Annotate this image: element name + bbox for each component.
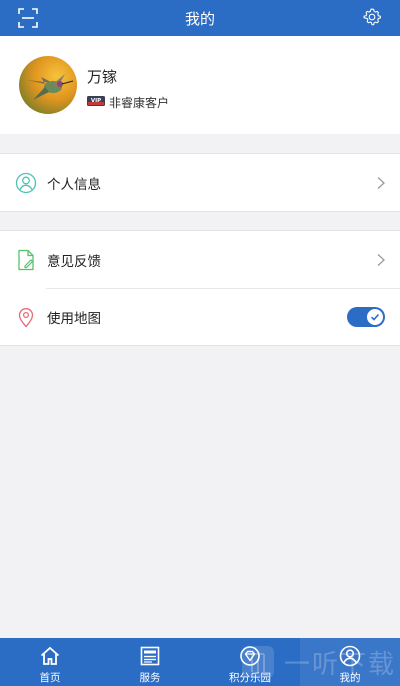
- use-map-toggle[interactable]: [347, 306, 385, 327]
- toggle-knob: [367, 308, 383, 325]
- menu-group-other: 意见反馈 使用地图: [0, 230, 400, 346]
- service-icon: [140, 646, 160, 666]
- page-title: 我的: [184, 10, 215, 28]
- points-icon: [240, 646, 260, 666]
- gear-icon[interactable]: [362, 7, 382, 27]
- bottom-tab-bar: 首页 服务 积分乐园 我的: [0, 638, 400, 686]
- menu-item-use-map: 使用地图: [0, 288, 400, 345]
- scan-icon[interactable]: [18, 8, 38, 28]
- chevron-right-icon: [377, 253, 385, 266]
- profile-icon: [339, 645, 361, 667]
- profile-card[interactable]: 万镓 VIP 非睿康客户: [0, 36, 400, 134]
- avatar[interactable]: [19, 56, 77, 114]
- checkmark-icon: [370, 313, 380, 321]
- menu-item-label: 意见反馈: [47, 253, 101, 269]
- menu-item-label: 使用地图: [47, 310, 101, 326]
- tab-service[interactable]: 服务: [100, 638, 200, 686]
- menu-item-label: 个人信息: [47, 176, 101, 192]
- member-level-text: 非睿康客户: [109, 96, 170, 110]
- menu-item-personal-info[interactable]: 个人信息: [0, 154, 400, 211]
- chevron-right-icon: [377, 176, 385, 189]
- home-icon: [40, 646, 60, 665]
- vip-badge-icon: VIP: [87, 96, 105, 106]
- tab-label: 我的: [339, 672, 361, 684]
- tab-home[interactable]: 首页: [0, 638, 100, 686]
- tab-label: 积分乐园: [229, 672, 271, 684]
- tab-points[interactable]: 积分乐园: [200, 638, 300, 686]
- user-icon: [15, 172, 37, 193]
- menu-group-personal: 个人信息: [0, 153, 400, 212]
- tab-label: 服务: [139, 672, 161, 684]
- location-icon: [18, 307, 34, 327]
- tab-profile[interactable]: 我的: [300, 638, 400, 686]
- top-nav-bar: 我的: [0, 0, 400, 36]
- tab-label: 首页: [39, 672, 61, 684]
- menu-item-feedback[interactable]: 意见反馈: [0, 231, 400, 288]
- svg-text:VIP: VIP: [91, 98, 101, 104]
- user-name: 万镓: [87, 69, 118, 86]
- feedback-icon: [18, 249, 34, 270]
